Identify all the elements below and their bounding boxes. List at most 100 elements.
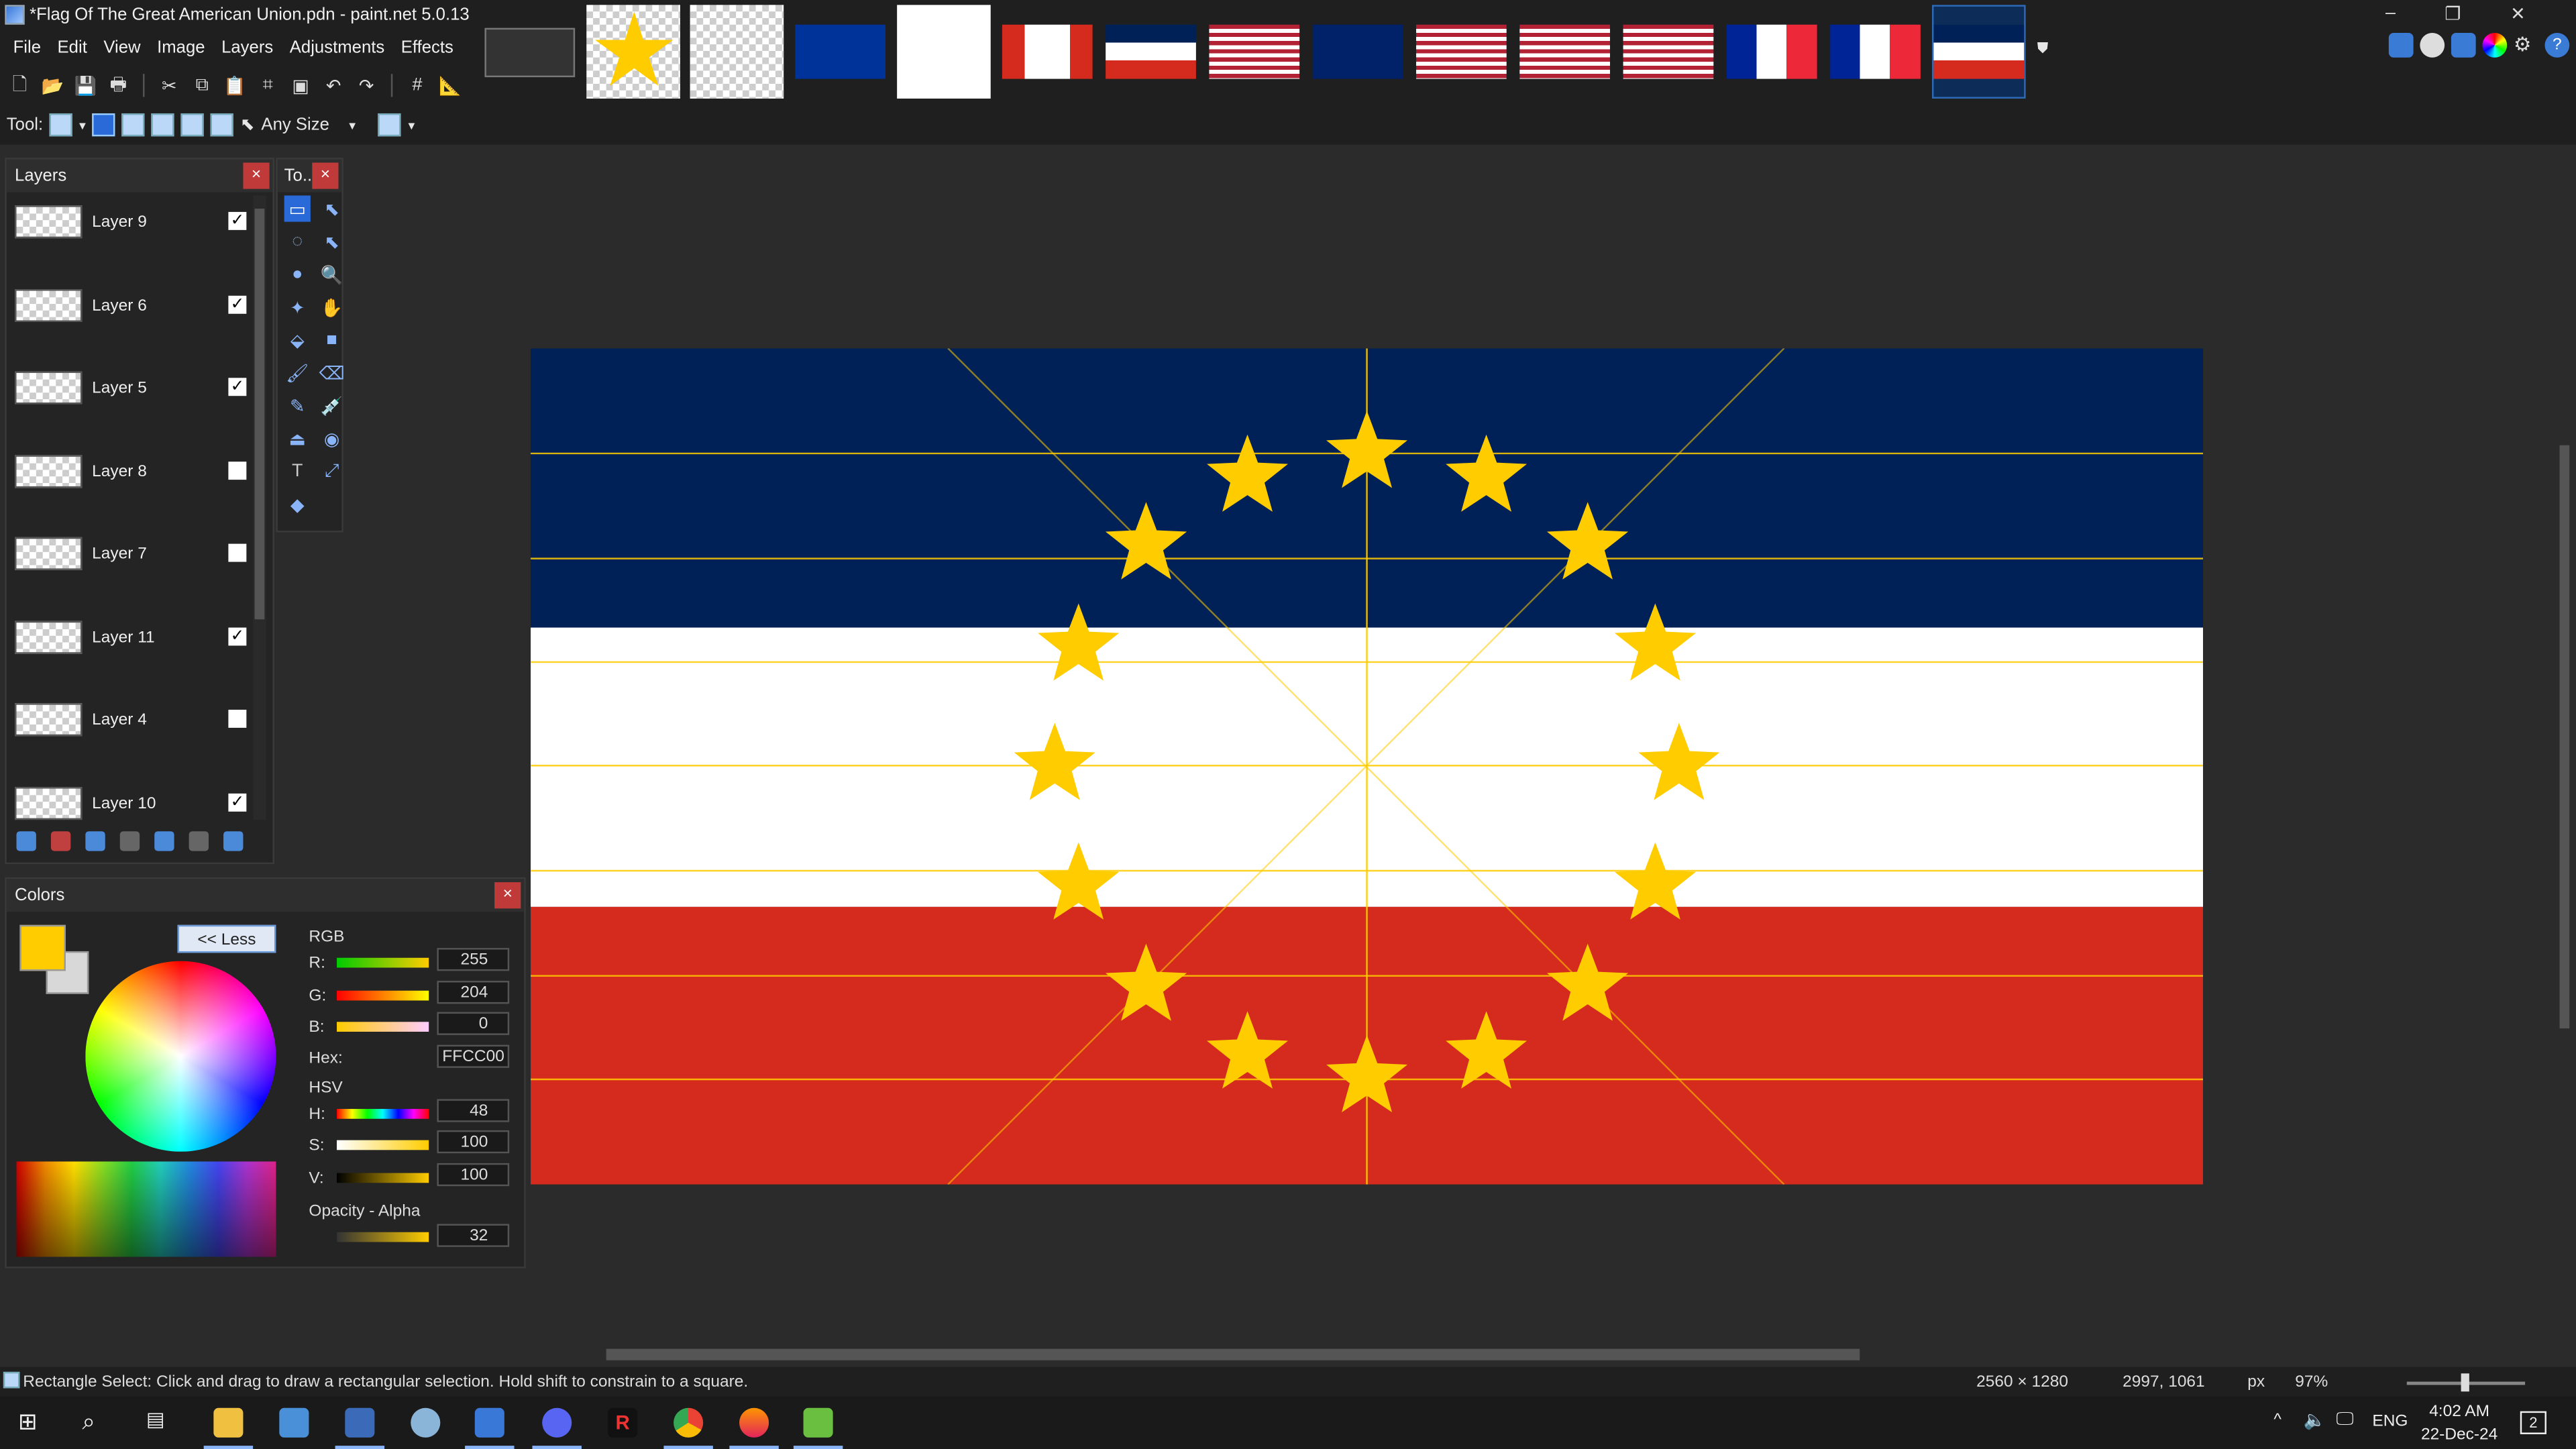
saturation-slider[interactable] xyxy=(337,1140,429,1150)
zoom-level[interactable]: 97% xyxy=(2295,1373,2328,1391)
pan-tool-icon[interactable]: ✋ xyxy=(319,294,345,320)
move-layer-up-icon[interactable] xyxy=(154,831,174,851)
text-tool-icon[interactable]: T xyxy=(284,458,311,484)
history-window-icon[interactable] xyxy=(2420,32,2445,58)
close-window-button[interactable]: ✕ xyxy=(2510,3,2526,25)
tabs-overflow-icon[interactable]: ⛊ xyxy=(2037,40,2049,58)
open-file-icon[interactable]: 📂 xyxy=(40,72,66,99)
selection-mode-replace-icon[interactable] xyxy=(92,113,115,137)
paintnet-taskbar-icon[interactable] xyxy=(474,1407,504,1438)
eraser-tool-icon[interactable]: ⌫ xyxy=(319,360,345,386)
menu-view[interactable]: View xyxy=(95,34,149,64)
color-palette[interactable] xyxy=(16,1161,276,1257)
paintbrush-tool-icon[interactable]: 🖌 xyxy=(284,360,311,386)
primary-color-swatch[interactable] xyxy=(19,924,66,971)
menu-edit[interactable]: Edit xyxy=(49,34,95,64)
restore-button[interactable]: ❐ xyxy=(2445,3,2461,25)
blue-value-input[interactable]: 0 xyxy=(437,1012,510,1035)
hex-value-input[interactable]: FFCC00 xyxy=(437,1044,510,1068)
volume-icon[interactable]: 🔈 xyxy=(2303,1409,2326,1431)
tray-overflow-icon[interactable]: ^ xyxy=(2273,1411,2282,1430)
color-wheel[interactable] xyxy=(85,961,276,1152)
layer-row[interactable]: Layer 11 ✓ xyxy=(7,607,273,690)
rectangle-select-tool-icon[interactable] xyxy=(49,113,73,137)
size-mode-select[interactable]: Any Size xyxy=(261,115,329,134)
red-value-input[interactable]: 255 xyxy=(437,948,510,971)
crop-icon[interactable]: ⌗ xyxy=(255,72,281,99)
tool-dropdown-icon[interactable]: ▾ xyxy=(79,117,86,132)
print-icon[interactable]: 🖶 xyxy=(105,72,131,99)
new-file-icon[interactable]: 🗋 xyxy=(7,72,33,99)
layer-row[interactable]: Layer 8 xyxy=(7,441,273,525)
chrome-icon[interactable] xyxy=(674,1407,704,1438)
task-view-icon[interactable]: ▤ xyxy=(146,1408,176,1438)
less-button[interactable]: << Less xyxy=(177,924,276,953)
chevron-down-icon[interactable]: ▾ xyxy=(408,117,415,132)
hue-value-input[interactable]: 48 xyxy=(437,1099,510,1122)
add-layer-icon[interactable] xyxy=(16,831,36,851)
image-tab-france-variant[interactable] xyxy=(1829,5,1923,99)
menu-image[interactable]: Image xyxy=(149,34,213,64)
image-tab-grand-union[interactable] xyxy=(1415,5,1509,99)
move-selected-tool-icon[interactable]: ⬉ xyxy=(319,195,345,221)
blue-slider[interactable] xyxy=(337,1022,429,1032)
notifications-icon[interactable]: 2 xyxy=(2520,1411,2546,1434)
chevron-down-icon[interactable]: ▾ xyxy=(349,117,356,132)
paint-bucket-tool-icon[interactable]: ⬙ xyxy=(284,327,311,353)
image-tab-star[interactable] xyxy=(586,5,680,99)
image-tab-france-flag[interactable] xyxy=(1725,5,1819,99)
flag-canvas[interactable] xyxy=(531,348,2204,1185)
firefox-icon[interactable] xyxy=(739,1407,769,1438)
save-icon[interactable]: 💾 xyxy=(72,72,99,99)
rectangle-select-tool-icon[interactable]: ▭ xyxy=(284,195,311,222)
layer-row[interactable]: Layer 5 ✓ xyxy=(7,358,273,441)
image-tab-circles[interactable] xyxy=(897,5,991,99)
menu-layers[interactable]: Layers xyxy=(213,34,282,64)
layer-visibility-checkbox[interactable]: ✓ xyxy=(228,211,247,230)
paint-3d-icon[interactable] xyxy=(411,1407,441,1438)
file-explorer-icon[interactable] xyxy=(213,1407,244,1438)
layer-row[interactable]: Layer 6 ✓ xyxy=(7,275,273,358)
layer-visibility-checkbox[interactable]: ✓ xyxy=(228,792,247,811)
move-selection-tool-icon[interactable]: ⬉ xyxy=(319,228,345,254)
settings-gear-icon[interactable]: ⚙ xyxy=(2514,33,2538,58)
selection-mode-union-icon[interactable] xyxy=(121,113,146,137)
undo-icon[interactable]: ↶ xyxy=(321,72,347,99)
close-icon[interactable]: × xyxy=(494,882,521,909)
menu-adjustments[interactable]: Adjustments xyxy=(282,34,393,64)
layer-visibility-checkbox[interactable]: ✓ xyxy=(228,378,247,396)
zoom-tool-icon[interactable]: 🔍 xyxy=(319,261,345,287)
layer-row[interactable]: Layer 7 xyxy=(7,524,273,607)
selection-mode-invert-icon[interactable] xyxy=(210,113,234,137)
image-tab-great-american-union[interactable] xyxy=(1932,5,2026,99)
network-icon[interactable]: 🖵 xyxy=(2336,1409,2353,1431)
close-icon[interactable]: × xyxy=(243,162,270,189)
layer-row[interactable]: Layer 4 xyxy=(7,690,273,773)
image-editor-icon[interactable] xyxy=(803,1407,833,1438)
alpha-value-input[interactable]: 32 xyxy=(437,1224,510,1247)
image-tab-screenshot[interactable] xyxy=(483,5,577,99)
menu-effects[interactable]: Effects xyxy=(393,34,462,64)
roblox-icon[interactable]: R xyxy=(608,1407,638,1438)
notepad-icon[interactable] xyxy=(279,1407,309,1438)
image-tab-canada-flag[interactable] xyxy=(1000,5,1094,99)
discord-icon[interactable] xyxy=(542,1407,572,1438)
vertical-scrollbar[interactable] xyxy=(2557,158,2573,1344)
selection-mode-exclude-icon[interactable] xyxy=(151,113,175,137)
pencil-tool-icon[interactable]: ✎ xyxy=(284,392,311,419)
layers-window-icon[interactable] xyxy=(2451,32,2476,58)
saturation-value-input[interactable]: 100 xyxy=(437,1130,510,1154)
magic-wand-tool-icon[interactable]: ✦ xyxy=(284,294,311,320)
colors-window-icon[interactable] xyxy=(2482,32,2508,58)
gradient-tool-icon[interactable]: ■ xyxy=(319,327,345,353)
line-curve-tool-icon[interactable]: ⤢ xyxy=(319,458,345,484)
windows-start-icon[interactable]: ⊞ xyxy=(18,1408,48,1438)
layer-row[interactable]: Layer 9 ✓ xyxy=(7,193,273,276)
selection-mode-intersect-icon[interactable] xyxy=(180,113,205,137)
image-tab-union-jack[interactable] xyxy=(1311,5,1405,99)
antialias-icon[interactable] xyxy=(378,113,402,137)
hue-slider[interactable] xyxy=(337,1109,429,1119)
horizontal-scrollbar[interactable] xyxy=(7,1344,2553,1363)
layer-visibility-checkbox[interactable] xyxy=(228,709,247,728)
lasso-select-tool-icon[interactable]: ◌ xyxy=(284,228,311,254)
